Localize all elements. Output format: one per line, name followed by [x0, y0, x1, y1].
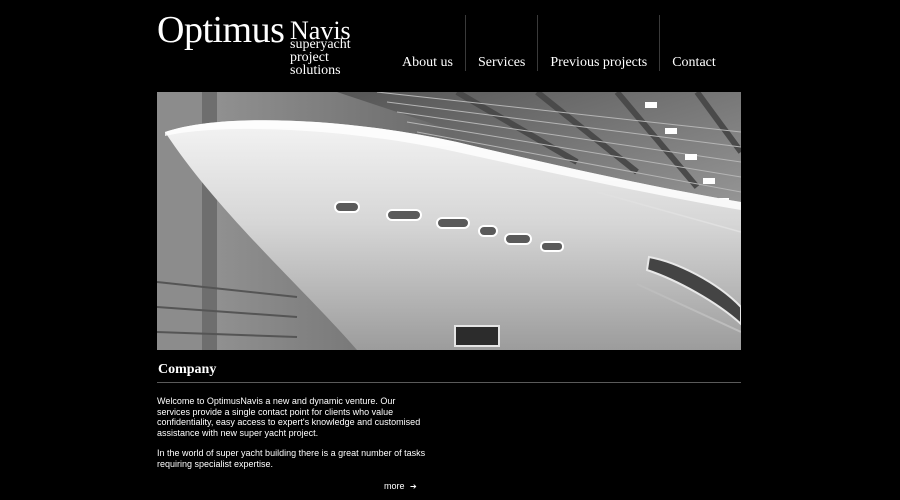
section-divider: [157, 382, 741, 383]
logo-tagline-line: solutions: [290, 63, 341, 78]
hero-yacht-image: [157, 92, 741, 350]
more-link-label: more: [384, 481, 405, 491]
main-nav: About us Services Previous projects Cont…: [390, 15, 728, 71]
section-title: Company: [158, 362, 217, 377]
nav-services[interactable]: Services: [466, 15, 537, 71]
intro-paragraph: In the world of super yacht building the…: [157, 448, 426, 469]
logo-name-main: Optimus: [157, 9, 285, 51]
logo-tagline: superyacht project solutions: [290, 38, 351, 78]
nav-about-us[interactable]: About us: [390, 15, 465, 71]
nav-contact[interactable]: Contact: [660, 15, 728, 71]
more-link[interactable]: more ➔: [384, 481, 417, 491]
nav-previous-projects[interactable]: Previous projects: [538, 15, 659, 71]
intro-text: Welcome to OptimusNavis a new and dynami…: [157, 396, 429, 479]
intro-paragraph: Welcome to OptimusNavis a new and dynami…: [157, 396, 421, 438]
arrow-right-icon: ➔: [410, 482, 417, 491]
